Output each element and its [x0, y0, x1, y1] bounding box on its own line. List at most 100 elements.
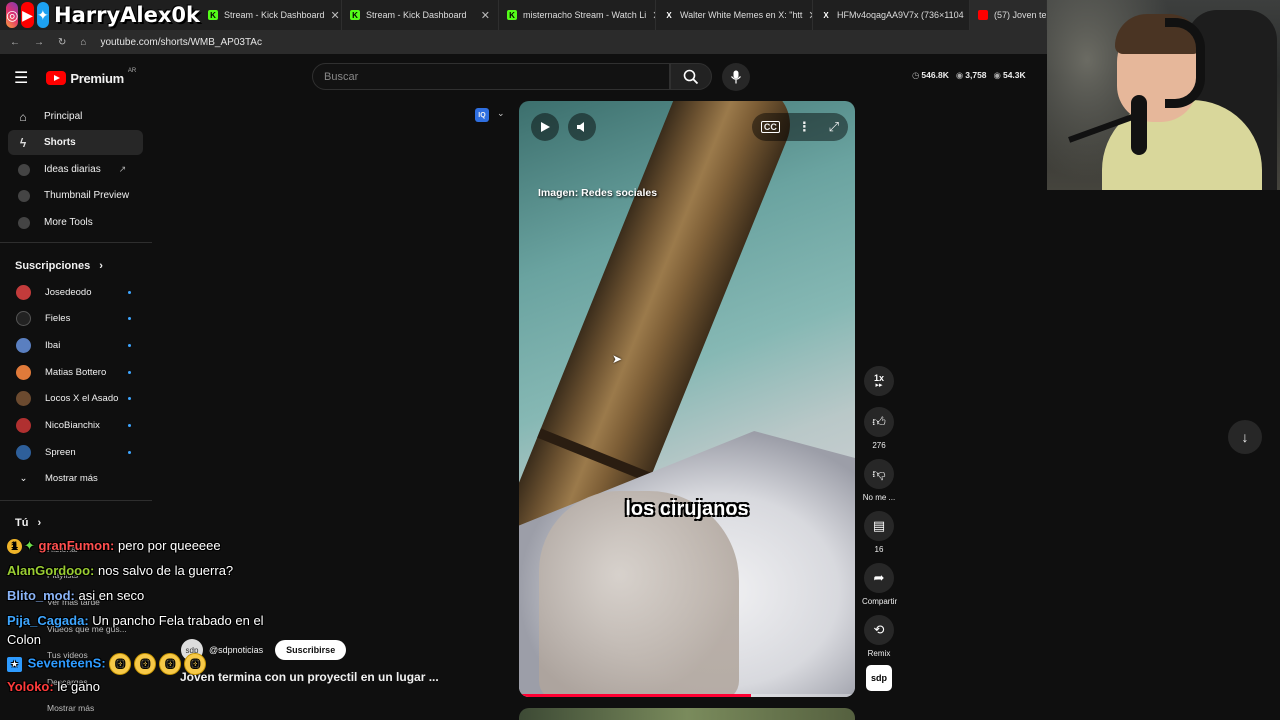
speed-button[interactable]: 1x ▸▸	[864, 366, 894, 396]
channel-badge[interactable]: sdp	[866, 665, 892, 691]
comments-action[interactable]: ▤ 16	[862, 511, 896, 554]
channel-badge-action[interactable]: sdp	[862, 665, 896, 691]
country-code: AR	[127, 68, 137, 74]
chat-message: Pija_Cagada: Un pancho Fela trabado en e…	[7, 611, 277, 649]
home-icon[interactable]: ⌂	[80, 37, 86, 48]
comment-icon[interactable]: ▤	[864, 511, 894, 541]
back-icon[interactable]: ←	[10, 37, 20, 48]
sidebar-item-principal[interactable]: ⌂ Principal	[8, 104, 143, 129]
sidebar-item-matias-bottero[interactable]: Matias Bottero	[8, 360, 143, 385]
fullscreen-icon[interactable]: ⤢	[829, 119, 839, 135]
more-options-icon[interactable]: ⋮	[798, 119, 811, 135]
tab-title: Stream - Kick Dashboard	[366, 10, 467, 20]
thumbs-up-icon[interactable]: 👍︎	[864, 407, 894, 437]
show-more-you[interactable]: Mostrar más	[47, 703, 94, 713]
close-icon[interactable]: ✕	[481, 9, 490, 22]
eye-icon: ◉	[993, 70, 1001, 80]
browser-tab-active[interactable]: (57) Joven terr	[970, 0, 1047, 30]
sidebar-item-locos-x-el-asado[interactable]: Locos X el Asado	[8, 386, 143, 411]
iq-extension-icon[interactable]: IQ	[475, 108, 489, 122]
share-action[interactable]: ➦ Compartir	[862, 563, 897, 606]
browser-tab[interactable]: K misternacho Stream - Watch Li ✕	[499, 0, 656, 30]
views-stat: ◷ 546.8K	[912, 70, 949, 81]
share-icon[interactable]: ➦	[864, 563, 894, 593]
sidebar-item-label: Shorts	[44, 137, 76, 148]
browser-tab[interactable]: K Stream - Kick Dashboard ✕	[200, 0, 342, 30]
chat-username: Yoloko:	[7, 679, 54, 694]
remix-icon[interactable]: ⟲	[864, 615, 894, 645]
chevron-down-icon[interactable]: ⌄	[497, 108, 505, 119]
browser-tab[interactable]: X HFMv4oqagAA9V7x (736×1104 ✕	[813, 0, 970, 30]
x-icon: X	[823, 10, 829, 20]
shorts-video-player[interactable]: CC ⋮ ⤢ Imagen: Redes sociales los ciruja…	[519, 101, 855, 697]
next-short-preview[interactable]	[519, 708, 855, 720]
extension-icon	[18, 163, 30, 176]
sidebar-item-label: More Tools	[44, 217, 93, 228]
reload-icon[interactable]: ↻	[58, 37, 66, 48]
sidebar-item-more-tools[interactable]: More Tools	[8, 210, 143, 235]
sidebar-item-label: Fieles	[45, 313, 71, 324]
browser-tab[interactable]: X Walter White Memes en X: "htt ✕	[656, 0, 813, 30]
playback-speed-control[interactable]: 1x ▸▸	[862, 366, 896, 396]
browser-tab[interactable]: K Stream - Kick Dashboard ✕	[342, 0, 499, 30]
anxious-face-emoji-icon: ʘ	[184, 653, 207, 675]
youtube-icon	[978, 10, 988, 20]
tab-title: Walter White Memes en X: "htt	[680, 10, 803, 20]
stat-value: 3,758	[965, 70, 987, 80]
hamburger-menu-icon[interactable]: ☰	[14, 68, 28, 88]
sidebar-item-spreen[interactable]: Spreen	[8, 440, 143, 465]
subscribe-button[interactable]: Suscribirse	[275, 640, 347, 660]
search-input[interactable]: Buscar	[312, 63, 670, 90]
show-more-subscriptions[interactable]: ⌄ Mostrar más	[8, 466, 143, 491]
anxious-face-emoji-icon: ʘ	[109, 653, 132, 675]
dislike-action[interactable]: 👎︎ No me ...	[862, 459, 896, 502]
like-count: 276	[872, 441, 886, 450]
voice-search-button[interactable]	[722, 63, 750, 91]
avatar	[16, 311, 31, 326]
chat-username: AlanGordooo:	[7, 563, 95, 578]
youtube-logo-icon	[46, 71, 67, 85]
subscriptions-heading[interactable]: Suscripciones ›	[15, 260, 103, 272]
tab-title: HFMv4oqagAA9V7x (736×1104	[837, 10, 964, 20]
sidebar-item-thumbnail-preview[interactable]: Thumbnail Preview	[8, 183, 143, 208]
webcam-overlay	[1047, 0, 1280, 190]
chevron-down-icon: ⌄	[19, 473, 28, 484]
new-content-dot	[128, 291, 131, 294]
comment-count: 16	[874, 545, 884, 554]
channel-stats: ◷ 546.8K ◉ 3,758 ◉ 54.3K	[912, 70, 1026, 81]
sidebar-item-label: Spreen	[45, 447, 76, 458]
sidebar-item-label: NicoBianchix	[45, 420, 100, 431]
sidebar-item-ibai[interactable]: Ibai	[8, 333, 143, 358]
you-title: Tú	[15, 517, 29, 529]
sidebar-item-nicobianchix[interactable]: NicoBianchix	[8, 413, 143, 438]
video-frame-hand	[539, 491, 739, 697]
video-progress-bar[interactable]	[519, 694, 855, 697]
thumbs-down-icon[interactable]: 👎︎	[864, 459, 894, 489]
you-heading[interactable]: Tú ›	[15, 517, 41, 529]
remix-action[interactable]: ⟲ Remix	[862, 615, 896, 658]
sidebar-item-ideas-diarias[interactable]: Ideas diarias ↗	[8, 157, 143, 182]
close-icon[interactable]: ✕	[331, 9, 340, 22]
url-field[interactable]: youtube.com/shorts/WMB_AP03TAc	[100, 37, 262, 48]
play-button[interactable]	[531, 113, 559, 141]
tab-title: (57) Joven terr	[994, 10, 1047, 20]
like-action[interactable]: 👍︎ 276	[862, 407, 896, 450]
stream-chat-overlay: 1 ✦ granFumon: pero por queeeee AlanGordo…	[7, 536, 277, 702]
twitter-icon: ✦	[36, 2, 50, 28]
captions-icon[interactable]: CC	[760, 121, 780, 133]
remix-label: Remix	[867, 649, 891, 658]
search-icon	[683, 69, 699, 84]
forward-icon[interactable]: →	[34, 37, 44, 48]
next-video-button[interactable]: ↓	[1228, 420, 1262, 454]
search-button[interactable]	[670, 63, 712, 90]
sidebar-item-josedeodo[interactable]: Josedeodo	[8, 280, 143, 305]
stat-value: 546.8K	[921, 70, 949, 80]
browser-tab-bar: ◎ ▶ ✦ HarryAlex0k K Stream - Kick Dashbo…	[0, 0, 1047, 30]
sidebar-item-shorts[interactable]: ϟ Shorts	[8, 130, 143, 155]
volume-button[interactable]	[568, 113, 596, 141]
youtube-premium-logo[interactable]: Premium AR	[46, 68, 137, 86]
sidebar-item-fieles[interactable]: Fieles	[8, 306, 143, 331]
kick-icon: K	[507, 10, 517, 20]
fast-forward-icon: ▸▸	[875, 382, 883, 389]
sidebar-item-label: Mostrar más	[45, 473, 98, 484]
